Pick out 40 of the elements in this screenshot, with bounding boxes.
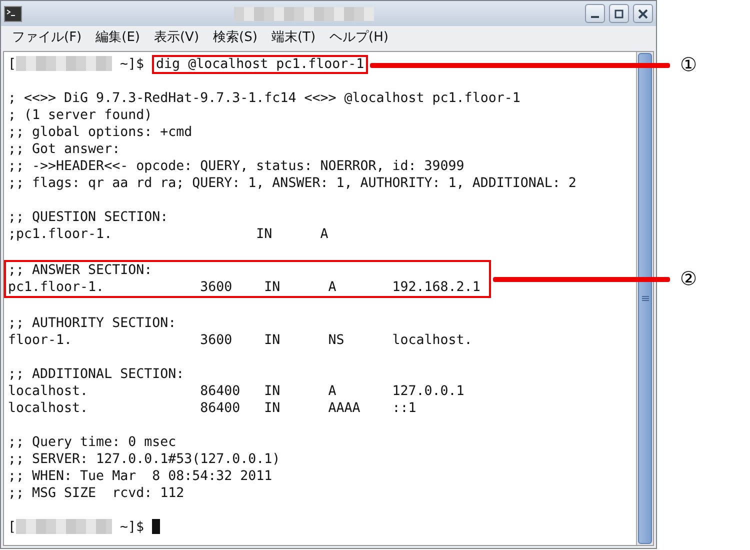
minimize-icon xyxy=(591,16,599,18)
grip-icon xyxy=(642,296,648,302)
menu-item[interactable]: 表示(V) xyxy=(148,27,204,49)
output-line: ;; AUTHORITY SECTION: xyxy=(8,315,178,332)
callout-number: ① xyxy=(680,54,698,74)
prompt-text: ~]$ xyxy=(119,57,146,72)
output-line: ;; ->>HEADER<<- opcode: QUERY, status: NOERROR, id: 39099 xyxy=(8,158,466,175)
menu-item[interactable]: 検索(S) xyxy=(208,27,262,49)
output-line: ; <<>> DiG 9.7.3-RedHat-9.7.3-1.fc14 <<>> @localhost pc1.floor-1 xyxy=(8,90,522,107)
prompt-text: ~]$ xyxy=(119,520,146,535)
output-line: ;; ADDITIONAL SECTION: xyxy=(8,366,186,383)
output-line: ;; QUESTION SECTION: xyxy=(8,209,170,226)
maximize-icon xyxy=(614,8,624,18)
callout-number: ② xyxy=(680,269,698,289)
maximize-button[interactable] xyxy=(609,4,629,23)
output-line: ;; WHEN: Tue Mar 8 08:54:32 2011 xyxy=(8,468,274,485)
output-line: floor-1. 3600 IN NS localhost. xyxy=(8,332,474,349)
output-line: ; (1 server found) xyxy=(8,107,154,124)
output-line: ;; Query time: 0 msec xyxy=(8,434,178,451)
close-button[interactable] xyxy=(633,4,653,23)
menu-item[interactable]: ヘルプ(H) xyxy=(324,27,394,49)
output-line: ;; Got answer: xyxy=(8,141,122,158)
menu-item[interactable]: 編集(E) xyxy=(90,27,145,49)
output-line: localhost. 86400 IN A 127.0.0.1 xyxy=(8,383,466,400)
prompt-bracket: [ xyxy=(8,57,16,72)
output-line: pc1.floor-1. 3600 IN A 192.168.2.1 xyxy=(8,279,482,296)
output-line: localhost. 86400 IN AAAA ::1 xyxy=(8,400,418,417)
menu-item[interactable]: ファイル(F) xyxy=(7,27,87,49)
output-line: ;; SERVER: 127.0.0.1#53(127.0.0.1) xyxy=(8,451,282,468)
terminal-icon xyxy=(4,6,22,22)
close-icon xyxy=(638,8,648,18)
command-text: dig @localhost pc1.floor-1 xyxy=(152,55,368,74)
output-line: ;; MSG SIZE rcvd: 112 xyxy=(8,485,186,502)
output-line: ;pc1.floor-1. IN A xyxy=(8,226,330,243)
prompt-bracket: [ xyxy=(8,520,16,535)
output-line: ;; flags: qr aa rd ra; QUERY: 1, ANSWER: 1, AUTHORITY: 1, ADDITIONAL: 2 xyxy=(8,175,578,192)
minimize-button[interactable] xyxy=(585,4,605,23)
output-line: ;; ANSWER SECTION: xyxy=(8,262,154,279)
menu-item[interactable]: 端末(T) xyxy=(266,27,321,49)
output-line: ;; global options: +cmd xyxy=(8,124,194,141)
